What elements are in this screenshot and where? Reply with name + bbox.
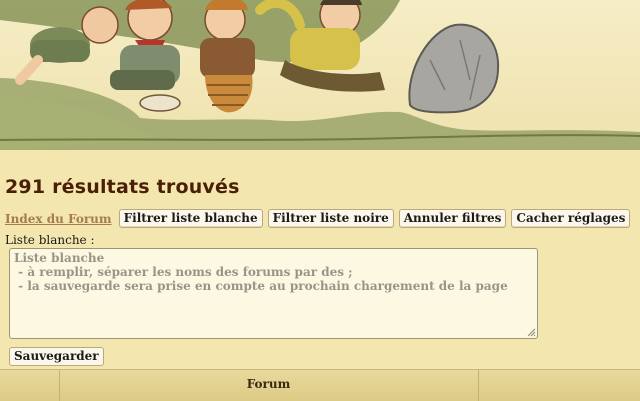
results-count-title: 291 résultats trouvés: [5, 176, 240, 198]
resize-grip-icon[interactable]: [526, 327, 536, 337]
hobbits-banner-illustration: [0, 0, 640, 150]
column-header-forum[interactable]: Forum: [59, 370, 478, 401]
whitelist-placeholder-line: - à remplir, séparer les noms des forums…: [14, 265, 353, 279]
filter-toolbar: Index du Forum Filtrer liste blanche Fil…: [5, 209, 631, 228]
save-button[interactable]: Sauvegarder: [9, 347, 104, 366]
whitelist-placeholder-line: - la sauvegarde sera prise en compte au …: [14, 279, 508, 293]
cancel-filters-button[interactable]: Annuler filtres: [398, 209, 507, 228]
whitelist-textarea[interactable]: Liste blanche - à remplir, séparer les n…: [9, 248, 538, 339]
forum-banner: [0, 0, 640, 150]
column-separator: [478, 370, 479, 401]
hide-settings-button[interactable]: Cacher réglages: [511, 209, 631, 228]
whitelist-label: Liste blanche :: [5, 233, 95, 247]
forum-index-link[interactable]: Index du Forum: [5, 212, 112, 226]
filter-blacklist-button[interactable]: Filtrer liste noire: [267, 209, 394, 228]
forum-table-header: Forum: [0, 369, 640, 401]
whitelist-placeholder-line: Liste blanche: [14, 251, 105, 265]
filter-whitelist-button[interactable]: Filtrer liste blanche: [118, 209, 263, 228]
